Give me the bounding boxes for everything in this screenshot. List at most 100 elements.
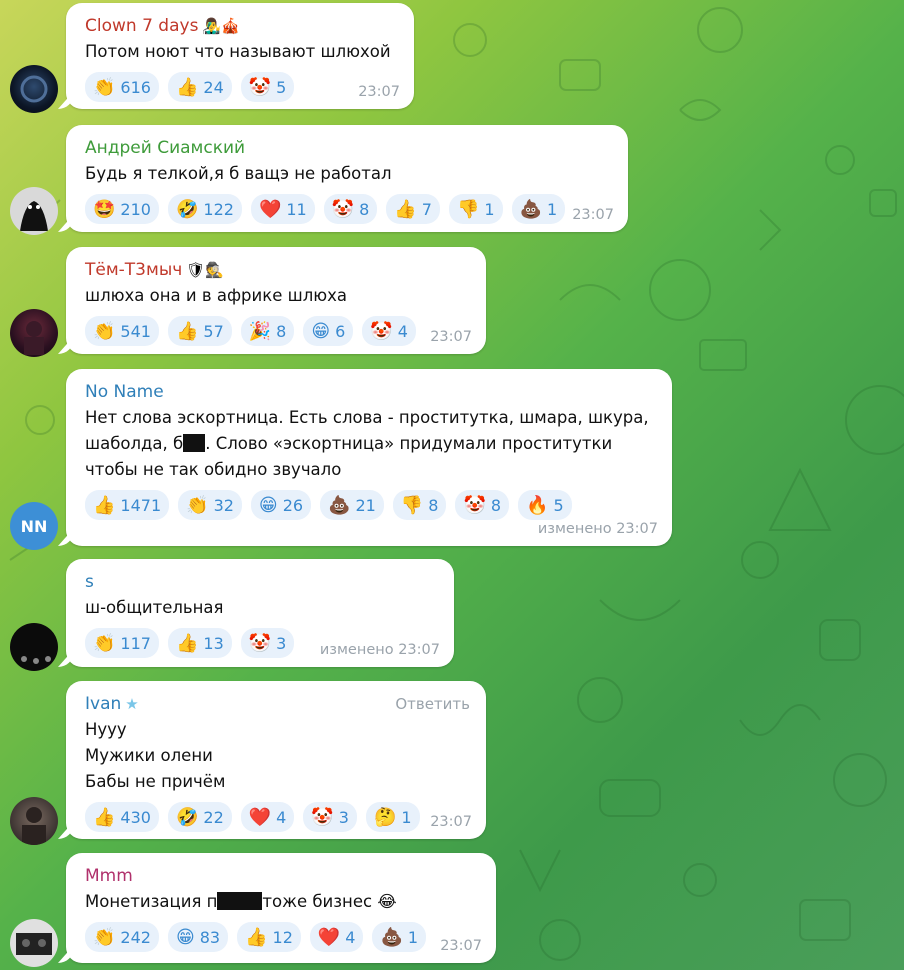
message-text: шлюха она и в африке шлюха <box>85 286 348 305</box>
message-bubble[interactable]: s ш-общительная 👏 117 👍 13 🤡 3 изменено 23:07 <box>66 559 454 667</box>
reaction-count: 11 <box>286 199 307 219</box>
message-line: Нууу <box>85 720 127 739</box>
message-bubble[interactable]: Тём-Т3мыч 🛡🕵 шлюха она и в африке шлюха 👏… <box>66 247 486 354</box>
reaction-button[interactable]: 🤣 122 <box>167 194 242 224</box>
sender-name[interactable]: Mmm <box>85 863 482 889</box>
reaction-button[interactable]: ❤️ 11 <box>250 194 315 224</box>
reaction-button[interactable]: 😁 83 <box>167 922 229 952</box>
sender-name[interactable]: Clown 7 days 👨‍🎤🎪 <box>85 13 400 39</box>
reaction-emoji-icon: 🤔 <box>373 806 397 828</box>
reaction-button[interactable]: 💩 1 <box>511 194 566 224</box>
reaction-button[interactable]: 🤡 5 <box>240 72 295 102</box>
reaction-emoji-icon: 🤣 <box>175 806 199 828</box>
reaction-count: 13 <box>203 633 224 653</box>
reaction-count: 430 <box>120 807 151 827</box>
reaction-emoji-icon: 😁 <box>311 320 331 342</box>
reaction-button[interactable]: 👏 242 <box>85 922 159 952</box>
reaction-button[interactable]: 👍 13 <box>167 628 232 658</box>
avatar[interactable] <box>10 65 58 113</box>
reaction-button[interactable]: 👍 12 <box>237 922 301 952</box>
reactions-row: 👍 430 🤣 22 ❤️ 4 🤡 3 🤔 1 <box>85 802 472 832</box>
avatar-image <box>22 807 46 845</box>
reaction-button[interactable]: 🤡 3 <box>303 802 357 832</box>
reaction-emoji-icon: 👏 <box>93 926 116 948</box>
reaction-count: 57 <box>203 321 224 341</box>
reaction-button[interactable]: 👏 32 <box>178 490 242 520</box>
reaction-emoji-icon: 🤩 <box>93 198 116 220</box>
reaction-count: 242 <box>120 927 151 947</box>
reaction-count: 12 <box>272 927 293 947</box>
reaction-button[interactable]: 🤣 22 <box>167 802 232 832</box>
message-bubble[interactable]: Mmm Монетизация п тоже бизнес 😂 👏 242 😁 83 👍 1… <box>66 853 496 963</box>
reaction-count: 22 <box>203 807 224 827</box>
reaction-button[interactable]: 🔥 5 <box>518 490 572 520</box>
reaction-count: 1 <box>407 927 419 947</box>
reaction-button[interactable]: 💩 21 <box>320 490 384 520</box>
reaction-button[interactable]: 👍 7 <box>386 194 440 224</box>
reaction-button[interactable]: 👍 57 <box>167 316 232 346</box>
reaction-emoji-icon: 👏 <box>93 632 116 654</box>
reaction-count: 6 <box>335 321 346 341</box>
reaction-button[interactable]: 👍 1471 <box>85 490 170 520</box>
reaction-emoji-icon: 👏 <box>186 494 209 516</box>
reaction-emoji-icon: ❤️ <box>248 806 272 828</box>
reaction-button[interactable]: 👎 1 <box>448 194 503 224</box>
reaction-button[interactable]: 👏 117 <box>85 628 159 658</box>
message-time: 23:07 <box>358 84 400 100</box>
reaction-button[interactable]: 👏 616 <box>85 72 159 102</box>
reaction-button[interactable]: 🎉 8 <box>240 316 295 346</box>
reaction-button[interactable]: 😁 26 <box>250 490 312 520</box>
avatar[interactable] <box>10 309 58 357</box>
reaction-button[interactable]: 👍 430 <box>85 802 159 832</box>
reaction-count: 24 <box>203 77 224 97</box>
reaction-button[interactable]: 🤔 1 <box>365 802 420 832</box>
reaction-count: 5 <box>276 77 287 97</box>
reaction-button[interactable]: 😁 6 <box>303 316 354 346</box>
reaction-button[interactable]: 👏 541 <box>85 316 159 346</box>
reaction-emoji-icon: 👏 <box>93 76 116 98</box>
reaction-emoji-icon: 💩 <box>380 926 403 948</box>
reaction-count: 8 <box>276 321 287 341</box>
reaction-button[interactable]: 🤡 8 <box>323 194 378 224</box>
avatar-initials: NN <box>20 516 48 536</box>
reaction-button[interactable]: 👎 8 <box>392 490 447 520</box>
message-text: Потом ноют что называют шлюхой <box>85 42 391 61</box>
avatar[interactable] <box>10 797 58 845</box>
reaction-emoji-icon: 👍 <box>93 494 116 516</box>
message-bubble[interactable]: Ivan ★ Ответить Нууу Мужики олени Бабы не… <box>66 681 486 839</box>
message-time: изменено 23:07 <box>537 521 658 537</box>
reaction-emoji-icon: 🔥 <box>526 494 549 516</box>
sender-name[interactable]: Андрей Сиамский <box>85 135 614 161</box>
avatar-image <box>20 75 48 103</box>
reaction-emoji-icon: 👍 <box>93 806 116 828</box>
reaction-button[interactable]: 🤡 4 <box>362 316 416 346</box>
avatar[interactable] <box>10 623 58 671</box>
sender-name[interactable]: s <box>85 569 440 595</box>
reaction-button[interactable]: 💩 1 <box>372 922 427 952</box>
message-text: Монетизация п тоже бизнес 😂 <box>85 892 397 911</box>
reaction-emoji-icon: 💩 <box>519 198 542 220</box>
reaction-button[interactable]: 🤡 8 <box>455 490 510 520</box>
reactions-row: 👍 1471 👏 32 😁 26 💩 21 👎 8 🤡 8 🔥 5 <box>85 490 658 520</box>
reaction-emoji-icon: 👍 <box>394 198 417 220</box>
message-bubble[interactable]: Андрей Сиамский Будь я телкой,я б ващэ н… <box>66 125 628 232</box>
reaction-emoji-icon: 👎 <box>400 494 424 516</box>
reply-button[interactable]: Ответить <box>395 695 470 713</box>
sender-name[interactable]: No Name <box>85 379 658 405</box>
reaction-button[interactable]: 🤩 210 <box>85 194 159 224</box>
redaction-block <box>183 434 206 452</box>
avatar[interactable] <box>10 919 58 967</box>
avatar[interactable]: NN <box>10 502 58 550</box>
reaction-button[interactable]: ❤️ 4 <box>240 802 295 832</box>
reactions-row: 🤩 210 🤣 122 ❤️ 11 🤡 8 👍 7 👎 1 💩 1 <box>85 194 614 224</box>
reaction-button[interactable]: 👍 24 <box>167 72 232 102</box>
reaction-count: 83 <box>199 927 221 947</box>
avatar[interactable] <box>10 187 58 235</box>
sender-name[interactable]: Тём-Т3мыч 🛡🕵 <box>85 257 472 283</box>
reaction-count: 8 <box>428 495 439 515</box>
reaction-count: 1 <box>484 199 495 219</box>
message-bubble[interactable]: Clown 7 days 👨‍🎤🎪 Потом ноют что называют… <box>66 3 414 109</box>
reaction-button[interactable]: ❤️ 4 <box>309 922 364 952</box>
reaction-button[interactable]: 🤡 3 <box>240 628 295 658</box>
message-bubble[interactable]: No Name Нет слова эскортница. Есть слова… <box>66 369 672 546</box>
